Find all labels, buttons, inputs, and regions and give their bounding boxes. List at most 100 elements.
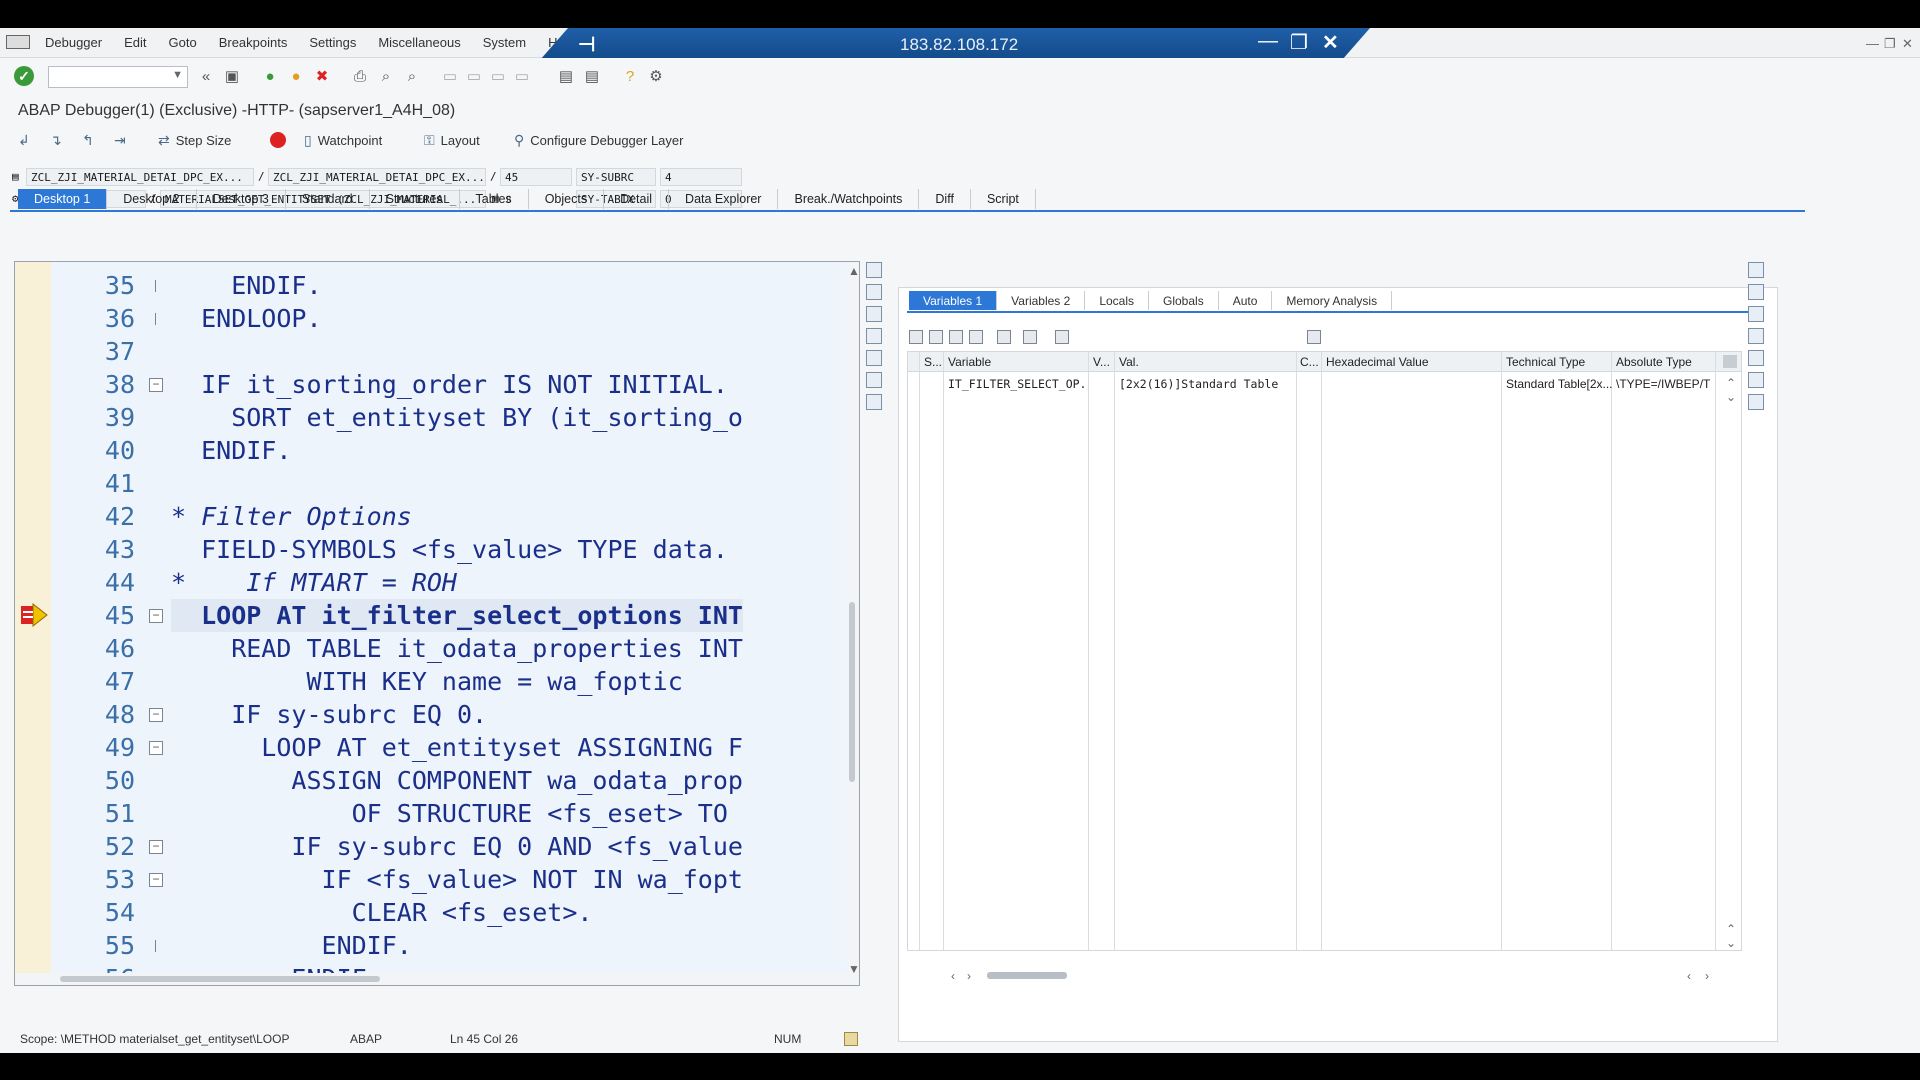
- menu-system[interactable]: System: [472, 35, 537, 50]
- code-line[interactable]: 35 ENDIF.: [15, 269, 859, 302]
- line-number-field[interactable]: 45: [500, 168, 572, 186]
- tool-icon[interactable]: [866, 262, 882, 278]
- scroll-down-icon[interactable]: ⌄: [1726, 390, 1736, 404]
- variable-value-cell[interactable]: [2x2(16)]Standard Table: [1119, 377, 1297, 391]
- new-session-icon[interactable]: ▤: [556, 67, 576, 87]
- scroll-right-icon[interactable]: ›: [1705, 969, 1709, 983]
- window-restore-icon[interactable]: ❐: [1884, 36, 1896, 52]
- tool-icon[interactable]: [929, 330, 943, 344]
- exit-icon[interactable]: ●: [286, 67, 306, 87]
- scroll-up-icon[interactable]: ⌃: [1726, 376, 1736, 390]
- back-icon[interactable]: ●: [260, 67, 280, 87]
- code-line[interactable]: 54 CLEAR <fs_eset>.: [15, 896, 859, 929]
- tool-icon[interactable]: [1023, 330, 1037, 344]
- code-line[interactable]: 41: [15, 467, 859, 500]
- code-line[interactable]: 40 ENDIF.: [15, 434, 859, 467]
- code-line-comment[interactable]: 42 * Filter Options: [15, 500, 859, 533]
- tab-globals[interactable]: Globals: [1149, 291, 1219, 310]
- scroll-left-icon[interactable]: ‹: [951, 969, 955, 983]
- cancel-icon[interactable]: ✖: [312, 67, 332, 87]
- rdp-close-icon[interactable]: ✕: [1322, 30, 1339, 55]
- tab-locals[interactable]: Locals: [1085, 291, 1149, 310]
- menu-breakpoints[interactable]: Breakpoints: [208, 35, 299, 50]
- step-size-button[interactable]: ⇄ Step Size: [158, 132, 231, 149]
- tool-icon[interactable]: [866, 306, 882, 322]
- scroll-thumb[interactable]: [849, 602, 855, 782]
- watchpoint-button[interactable]: ▯ Watchpoint: [304, 132, 382, 149]
- shortcut-icon[interactable]: ▤: [582, 67, 602, 87]
- tool-icon[interactable]: [866, 350, 882, 366]
- column-header-value[interactable]: Val.: [1119, 355, 1297, 369]
- tool-icon[interactable]: [1748, 306, 1764, 322]
- menu-debugger[interactable]: Debugger: [34, 35, 113, 50]
- back-double-icon[interactable]: «: [196, 67, 216, 87]
- menu-goto[interactable]: Goto: [158, 35, 208, 50]
- collapse-icon[interactable]: −: [149, 378, 163, 392]
- code-line[interactable]: 36 ENDLOOP.: [15, 302, 859, 335]
- current-code-line[interactable]: 45 LOOP AT it_filter_select_options INT: [15, 599, 859, 632]
- continue-icon[interactable]: ⇥: [114, 132, 126, 149]
- menu-miscellaneous[interactable]: Miscellaneous: [367, 35, 471, 50]
- customize-gear-icon[interactable]: ⚙: [646, 67, 666, 87]
- column-settings-icon[interactable]: [1723, 355, 1737, 368]
- tab-variables-2[interactable]: Variables 2: [997, 291, 1086, 310]
- tab-diff[interactable]: Diff: [919, 189, 971, 209]
- column-header-technical-type[interactable]: Technical Type: [1506, 355, 1612, 369]
- tool-icon[interactable]: [997, 330, 1011, 344]
- code-line[interactable]: 50 ASSIGN COMPONENT wa_odata_prop: [15, 764, 859, 797]
- code-line[interactable]: 47 WITH KEY name = wa_foptic: [15, 665, 859, 698]
- menu-edit[interactable]: Edit: [113, 35, 157, 50]
- find-next-icon[interactable]: ⌕: [402, 67, 422, 87]
- enter-check-icon[interactable]: ✓: [14, 66, 34, 86]
- print-icon[interactable]: ⎙: [350, 67, 370, 87]
- rdp-restore-icon[interactable]: ❐: [1290, 30, 1308, 55]
- status-icon[interactable]: [844, 1032, 858, 1046]
- execute-icon[interactable]: ↴: [50, 132, 62, 149]
- first-page-icon[interactable]: ▭: [440, 67, 460, 87]
- code-line[interactable]: 51 OF STRUCTURE <fs_eset> TO: [15, 797, 859, 830]
- find-icon[interactable]: ⌕: [376, 67, 396, 87]
- column-header-v[interactable]: V...: [1093, 355, 1115, 369]
- collapse-icon[interactable]: −: [149, 708, 163, 722]
- scroll-right-icon[interactable]: ›: [967, 969, 971, 983]
- next-page-icon[interactable]: ▭: [488, 67, 508, 87]
- scroll-up-icon[interactable]: ⌃: [1726, 922, 1736, 936]
- help-icon[interactable]: ?: [620, 67, 640, 87]
- prev-page-icon[interactable]: ▭: [464, 67, 484, 87]
- tab-auto[interactable]: Auto: [1219, 291, 1273, 310]
- collapse-icon[interactable]: −: [149, 741, 163, 755]
- window-close-icon[interactable]: ✕: [1902, 36, 1913, 52]
- column-header-s[interactable]: S...: [924, 355, 944, 369]
- tab-structures[interactable]: Structures: [370, 189, 460, 209]
- tab-script[interactable]: Script: [971, 189, 1036, 209]
- return-icon[interactable]: ↰: [82, 132, 94, 149]
- tab-desktop-1[interactable]: Desktop 1: [18, 189, 108, 209]
- tool-icon[interactable]: [1748, 262, 1764, 278]
- tab-objects[interactable]: Objects: [529, 189, 605, 209]
- single-step-icon[interactable]: ↲: [18, 132, 30, 149]
- tab-break-watchpoints[interactable]: Break./Watchpoints: [778, 189, 920, 209]
- code-line[interactable]: 39 SORT et_entityset BY (it_sorting_o: [15, 401, 859, 434]
- tool-icon[interactable]: [866, 394, 882, 410]
- tab-tables[interactable]: Tables: [460, 189, 529, 209]
- save-icon[interactable]: ▣: [222, 67, 242, 87]
- tool-icon[interactable]: [1748, 350, 1764, 366]
- pin-icon[interactable]: ⊣: [578, 32, 595, 57]
- code-line[interactable]: 53 IF <fs_value> NOT IN wa_fopt: [15, 863, 859, 896]
- collapse-icon[interactable]: −: [149, 840, 163, 854]
- tool-icon[interactable]: [1748, 372, 1764, 388]
- save-variables-icon[interactable]: [1307, 330, 1321, 344]
- source-code-editor[interactable]: 35 ENDIF. 36 ENDLOOP. 37 38 IF it_sortin…: [14, 261, 860, 986]
- tab-desktop-3[interactable]: Desktop 3: [197, 189, 286, 209]
- tool-icon[interactable]: [866, 328, 882, 344]
- code-line[interactable]: 46 READ TABLE it_odata_properties INT: [15, 632, 859, 665]
- sap-window-icon[interactable]: [6, 35, 30, 49]
- tab-standard[interactable]: Standard: [286, 189, 370, 209]
- tool-icon[interactable]: [969, 330, 983, 344]
- rdp-minimize-icon[interactable]: —: [1258, 30, 1278, 53]
- delete-icon[interactable]: [909, 330, 923, 344]
- tool-icon[interactable]: [949, 330, 963, 344]
- collapse-icon[interactable]: −: [149, 609, 163, 623]
- tab-desktop-2[interactable]: Desktop 2: [107, 189, 197, 209]
- column-header-hex[interactable]: Hexadecimal Value: [1326, 355, 1502, 369]
